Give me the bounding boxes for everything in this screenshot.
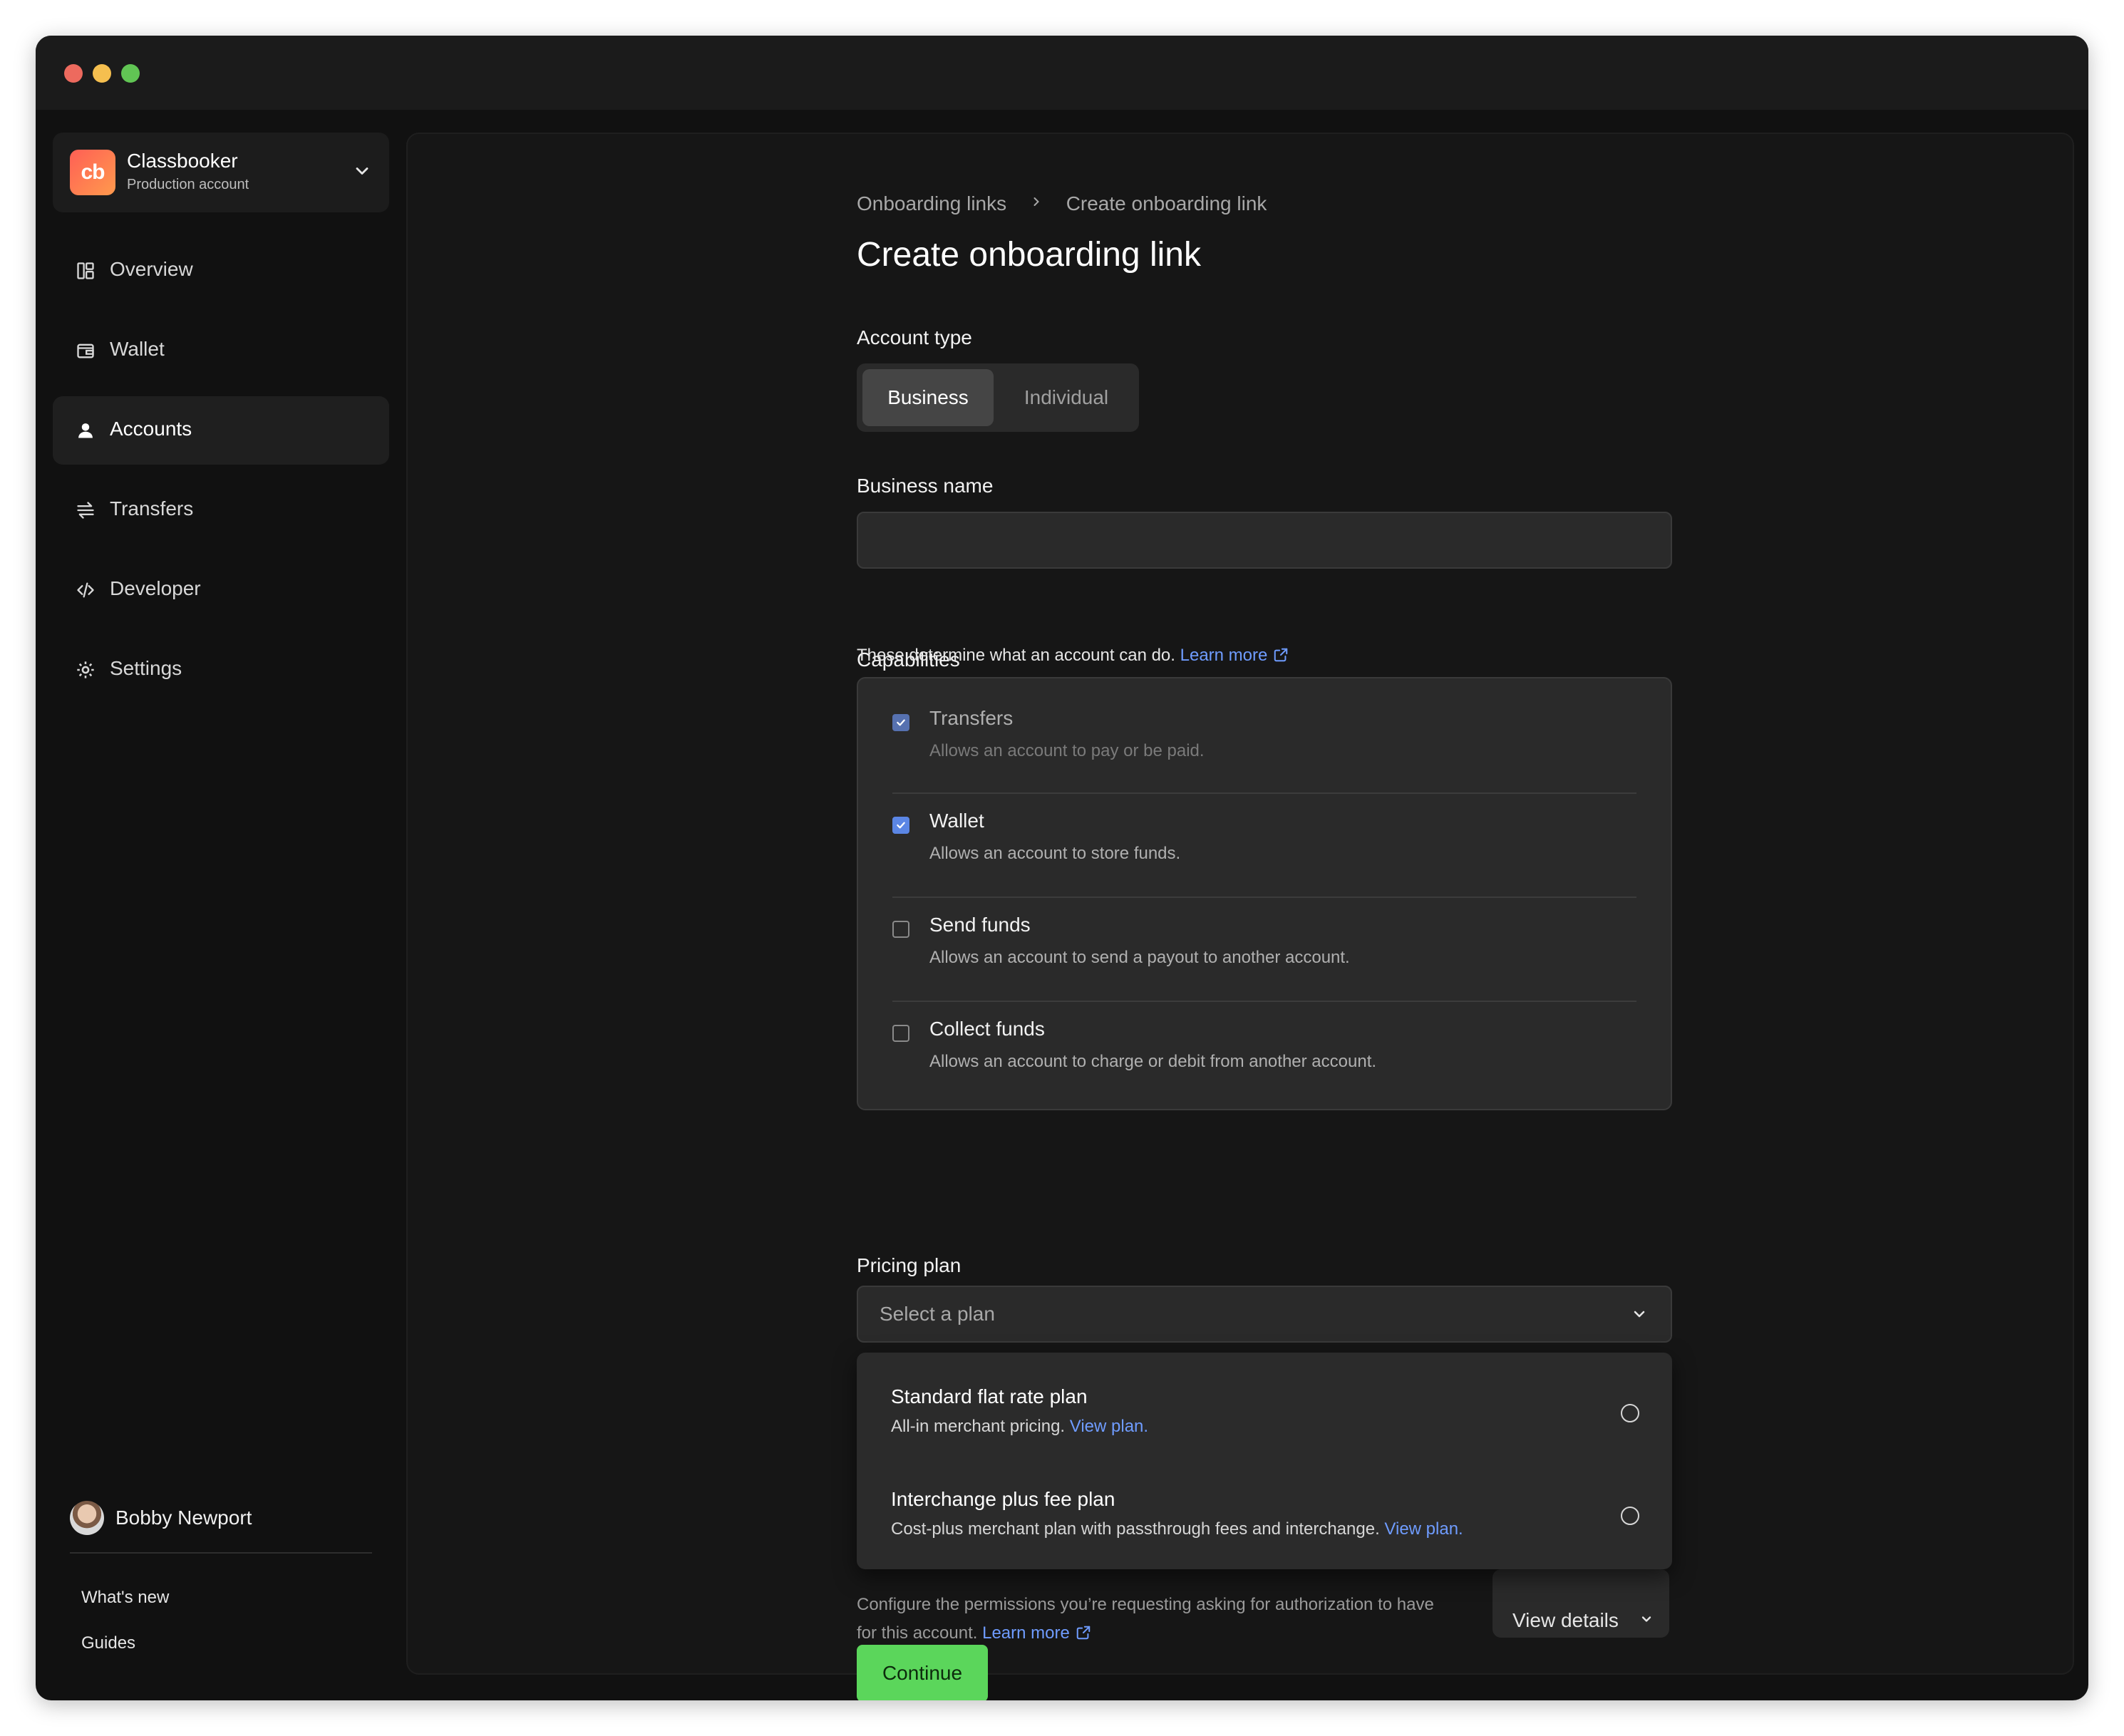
- plan-description-text: All-in merchant pricing.: [891, 1417, 1066, 1436]
- capabilities-hint: These determine what an account can do. …: [857, 646, 1289, 666]
- title-bar: [36, 36, 2088, 110]
- wallet-checkbox[interactable]: [892, 817, 909, 834]
- sidebar-item-label: Transfers: [110, 497, 194, 520]
- chevron-down-icon: [1641, 1616, 1651, 1622]
- plan-radio[interactable]: [1621, 1507, 1639, 1525]
- avatar: [70, 1501, 104, 1535]
- sidebar-item-overview[interactable]: Overview: [53, 237, 389, 305]
- external-link-icon: [1274, 648, 1288, 662]
- plan-description: All-in merchant pricing. View plan.: [891, 1417, 1148, 1437]
- wallet-icon: [77, 343, 94, 358]
- account-type-business[interactable]: Business: [862, 369, 994, 426]
- sidebar-item-settings[interactable]: Settings: [53, 636, 389, 704]
- capabilities-list: Transfers Allows an account to pay or be…: [857, 677, 1672, 1110]
- view-details-button[interactable]: View details: [1493, 1569, 1669, 1638]
- breadcrumb-onboarding-links[interactable]: Onboarding links: [857, 192, 1006, 215]
- plan-option-standard[interactable]: Standard flat rate plan All-in merchant …: [891, 1371, 1639, 1457]
- sidebar-item-label: Developer: [110, 577, 201, 599]
- capability-transfers[interactable]: Transfers Allows an account to pay or be…: [892, 678, 1636, 781]
- pricing-plan-placeholder: Select a plan: [880, 1303, 995, 1325]
- pricing-plan-dropdown: Standard flat rate plan All-in merchant …: [857, 1353, 1672, 1569]
- sidebar-divider: [70, 1552, 372, 1554]
- learn-more-label: Learn more: [1180, 646, 1268, 665]
- code-icon: [77, 582, 94, 598]
- main-panel: Onboarding links Create onboarding link …: [406, 133, 2074, 1700]
- capabilities-description: These determine what an account can do.: [857, 646, 1175, 665]
- send-funds-checkbox[interactable]: [892, 921, 909, 938]
- breadcrumb: Onboarding links Create onboarding link: [857, 191, 1267, 215]
- external-link-icon: [1076, 1626, 1091, 1640]
- collect-funds-checkbox[interactable]: [892, 1025, 909, 1042]
- sidebar-item-label: Overview: [110, 258, 193, 280]
- sidebar-item-wallet[interactable]: Wallet: [53, 316, 389, 385]
- sidebar-item-label: Settings: [110, 657, 182, 679]
- minimize-window-button[interactable]: [93, 64, 111, 83]
- capability-title: Send funds: [929, 914, 1031, 936]
- pricing-plan-select[interactable]: Select a plan: [857, 1286, 1672, 1343]
- gear-icon: [77, 661, 94, 678]
- app-window: cb Classbooker Production account Overvi…: [36, 36, 2088, 1700]
- continue-button[interactable]: Continue: [857, 1645, 988, 1700]
- user-name: Bobby Newport: [115, 1507, 252, 1529]
- transfers-checkbox[interactable]: [892, 714, 909, 731]
- capability-title: Collect funds: [929, 1018, 1045, 1040]
- account-type-label: Account type: [857, 326, 972, 348]
- user-profile[interactable]: Bobby Newport: [70, 1497, 369, 1539]
- whats-new-link[interactable]: What's new: [81, 1588, 169, 1608]
- chevron-down-icon: [356, 167, 368, 175]
- plan-title: Standard flat rate plan: [891, 1385, 1088, 1407]
- view-plan-link[interactable]: View plan.: [1070, 1417, 1148, 1436]
- guides-link[interactable]: Guides: [81, 1633, 135, 1653]
- sidebar-item-transfers[interactable]: Transfers: [53, 476, 389, 544]
- page-title: Create onboarding link: [857, 236, 1201, 274]
- business-name-input[interactable]: [857, 512, 1672, 569]
- chevron-right-icon: [1033, 197, 1039, 206]
- learn-more-label: Learn more: [982, 1623, 1070, 1643]
- capability-send-funds[interactable]: Send funds Allows an account to send a p…: [892, 885, 1636, 988]
- capability-description: Allows an account to pay or be paid.: [929, 741, 1205, 760]
- sidebar-item-label: Accounts: [110, 418, 192, 440]
- capability-title: Transfers: [929, 707, 1014, 729]
- view-plan-link[interactable]: View plan.: [1384, 1519, 1463, 1539]
- permissions-description: Configure the permissions you’re request…: [857, 1595, 1434, 1643]
- business-name-label: Business name: [857, 475, 994, 497]
- overview-icon: [77, 262, 94, 279]
- close-window-button[interactable]: [64, 64, 83, 83]
- check-icon: [897, 719, 905, 726]
- capability-wallet[interactable]: Wallet Allows an account to store funds.: [892, 781, 1636, 884]
- org-subtitle: Production account: [127, 177, 249, 192]
- view-details-label: View details: [1512, 1609, 1619, 1631]
- transfers-icon: [77, 502, 94, 519]
- capabilities-learn-more-link[interactable]: Learn more: [1180, 646, 1289, 665]
- plan-description: Cost-plus merchant plan with passthrough…: [891, 1519, 1463, 1539]
- chevron-down-icon: [1634, 1311, 1645, 1318]
- permissions-text: Configure the permissions you’re request…: [857, 1591, 1441, 1648]
- capability-description: Allows an account to charge or debit fro…: [929, 1052, 1377, 1071]
- plan-radio[interactable]: [1621, 1404, 1639, 1422]
- account-type-toggle: Business Individual: [857, 363, 1139, 432]
- capability-description: Allows an account to store funds.: [929, 844, 1181, 863]
- account-type-individual[interactable]: Individual: [999, 369, 1133, 426]
- plan-title: Interchange plus fee plan: [891, 1488, 1115, 1510]
- org-name: Classbooker: [127, 150, 238, 172]
- pricing-plan-label: Pricing plan: [857, 1254, 962, 1276]
- capability-collect-funds[interactable]: Collect funds Allows an account to charg…: [892, 989, 1636, 1092]
- org-switcher[interactable]: cb Classbooker Production account: [53, 133, 389, 212]
- capability-description: Allows an account to send a payout to an…: [929, 948, 1350, 967]
- breadcrumb-current: Create onboarding link: [1066, 192, 1267, 215]
- plan-option-interchange[interactable]: Interchange plus fee plan Cost-plus merc…: [891, 1474, 1639, 1559]
- org-logo: cb: [70, 150, 115, 195]
- sidebar-item-accounts[interactable]: Accounts: [53, 396, 389, 465]
- plan-description-text: Cost-plus merchant plan with passthrough…: [891, 1519, 1380, 1539]
- sidebar-item-label: Wallet: [110, 338, 165, 360]
- sidebar-item-developer[interactable]: Developer: [53, 556, 389, 624]
- capability-title: Wallet: [929, 810, 984, 832]
- permissions-learn-more-link[interactable]: Learn more: [982, 1623, 1091, 1643]
- check-icon: [897, 822, 905, 829]
- user-icon: [78, 423, 93, 438]
- maximize-window-button[interactable]: [121, 64, 140, 83]
